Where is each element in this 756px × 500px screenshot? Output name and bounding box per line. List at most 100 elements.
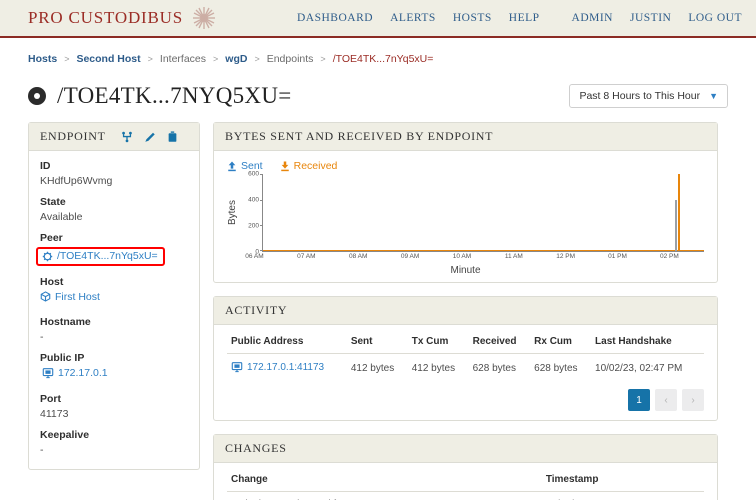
changes-table: Change Timestamp endpoint port changed f… xyxy=(227,467,704,500)
cell-tx-cum: 412 bytes xyxy=(411,363,456,374)
x-tick-8: 02 PM xyxy=(660,253,679,260)
breadcrumb-separator: > xyxy=(213,54,219,64)
changes-body: Change Timestamp endpoint port changed f… xyxy=(214,463,717,500)
brand-logo[interactable]: PRO CUSTODIBUS xyxy=(28,5,217,31)
breadcrumb-item-second-host[interactable]: Second Host xyxy=(76,53,140,65)
activity-card: ACTIVITY Public Address Sent Tx Cum Rece… xyxy=(213,296,718,421)
field-value-hostname: - xyxy=(40,331,44,343)
changes-title: CHANGES xyxy=(225,441,287,455)
chart-x-ticks: 06 AM 07 AM 08 AM 09 AM 10 AM 11 AM 12 P… xyxy=(245,252,704,264)
cell-change: endpoint port changed from 0 to 41173 xyxy=(227,492,542,500)
y-tick-600: 600 xyxy=(248,170,259,178)
legend-item-received[interactable]: Received xyxy=(280,160,338,172)
bytes-chart-card: BYTES SENT AND RECEIVED BY ENDPOINT Sent xyxy=(213,122,718,283)
breadcrumb-item-current: /TOE4TK...7nYq5xU= xyxy=(332,53,434,65)
nav-admin[interactable]: ADMIN xyxy=(572,12,613,24)
x-tick-0: 06 AM xyxy=(245,253,264,260)
cell-rx-cum: 628 bytes xyxy=(534,363,578,374)
y-tick-200: 200 xyxy=(248,222,259,230)
endpoint-card-actions xyxy=(121,130,178,143)
nav-group-primary: DASHBOARD ALERTS HOSTS HELP xyxy=(297,12,540,24)
y-tick-400: 400 xyxy=(248,196,259,204)
series-spike-sent xyxy=(674,200,677,251)
activity-header: ACTIVITY xyxy=(214,297,717,325)
field-value-public-ip: 172.17.0.1 xyxy=(58,367,108,379)
peer-cog-icon xyxy=(42,251,53,262)
field-value-host-link[interactable]: First Host xyxy=(40,291,100,303)
share-branch-icon[interactable] xyxy=(121,131,133,143)
series-spike-received xyxy=(678,174,681,251)
breadcrumb-item-wgd[interactable]: wgD xyxy=(225,53,247,65)
cell-change-timestamp: 10/02/23, 02:48 PM xyxy=(542,492,704,500)
field-value-peer-highlighted[interactable]: /TOE4TK...7nYq5xU= xyxy=(36,247,165,266)
chart-plot-area: Bytes 0 200 400 600 xyxy=(227,170,704,256)
period-select[interactable]: Past 8 Hours to This Hour ▼ xyxy=(569,84,728,108)
nav-alerts[interactable]: ALERTS xyxy=(390,12,436,24)
x-tick-4: 10 AM xyxy=(452,253,472,260)
breadcrumb-item-interfaces[interactable]: Interfaces xyxy=(160,53,206,65)
host-cube-icon xyxy=(40,291,51,302)
period-select-value: Past 8 Hours to This Hour xyxy=(579,90,701,102)
activity-table: Public Address Sent Tx Cum Received Rx C… xyxy=(227,329,704,383)
bytes-chart-title: BYTES SENT AND RECEIVED BY ENDPOINT xyxy=(225,129,494,143)
x-tick-5: 11 AM xyxy=(504,253,523,260)
changes-header-row: Change Timestamp xyxy=(227,467,704,492)
nav-help[interactable]: HELP xyxy=(509,12,540,24)
field-label-public-ip: Public IP xyxy=(40,352,85,364)
breadcrumb-separator: > xyxy=(64,54,70,64)
pagination-page-1[interactable]: 1 xyxy=(628,389,650,411)
endpoint-detail-card: ENDPOINT ID KHdfUp6Wvmg State Available … xyxy=(28,122,200,470)
table-row: endpoint port changed from 0 to 41173 10… xyxy=(227,492,704,500)
link-public-address[interactable]: 172.17.0.1:41173 xyxy=(247,362,324,373)
breadcrumb-separator: > xyxy=(147,54,153,64)
cell-public-address[interactable]: 172.17.0.1:41173 xyxy=(227,354,347,384)
changes-header: CHANGES xyxy=(214,435,717,463)
monitor-icon xyxy=(231,361,243,373)
upload-arrow-icon xyxy=(227,161,237,172)
field-value-public-ip-link[interactable]: 172.17.0.1 xyxy=(42,367,108,379)
field-value-host: First Host xyxy=(55,290,100,303)
breadcrumb-item-endpoints[interactable]: Endpoints xyxy=(267,53,314,65)
field-value-keepalive: - xyxy=(40,444,44,456)
activity-header-row: Public Address Sent Tx Cum Received Rx C… xyxy=(227,329,704,354)
bytes-chart-header: BYTES SENT AND RECEIVED BY ENDPOINT xyxy=(214,123,717,151)
breadcrumb-separator: > xyxy=(320,54,326,64)
changes-card: CHANGES Change Timestamp endpoint port c… xyxy=(213,434,718,500)
series-baseline xyxy=(263,249,704,251)
col-change: Change xyxy=(227,467,542,492)
field-value-peer: /TOE4TK...7nYq5xU= xyxy=(57,250,158,262)
field-label-hostname: Hostname xyxy=(40,316,91,328)
nav-dashboard[interactable]: DASHBOARD xyxy=(297,12,373,24)
col-timestamp: Timestamp xyxy=(541,467,704,492)
main-content: ENDPOINT ID KHdfUp6Wvmg State Available … xyxy=(0,116,756,500)
chart-y-axis-label: Bytes xyxy=(227,200,238,226)
cell-received: 628 bytes xyxy=(472,363,516,374)
field-label-id: ID xyxy=(40,160,51,172)
table-row: 172.17.0.1:41173 412 bytes 412 bytes 628… xyxy=(227,354,704,384)
field-value-id: KHdfUp6Wvmg xyxy=(40,175,113,187)
x-tick-7: 01 PM xyxy=(608,253,627,260)
nav-logout[interactable]: LOG OUT xyxy=(688,12,742,24)
breadcrumb-item-hosts[interactable]: Hosts xyxy=(28,53,57,65)
sun-ornament-icon xyxy=(191,5,217,31)
endpoint-card-title: ENDPOINT xyxy=(40,129,106,143)
col-last-handshake: Last Handshake xyxy=(591,329,704,354)
chevron-down-icon: ▼ xyxy=(709,91,718,101)
col-received: Received xyxy=(468,329,531,354)
nav-hosts[interactable]: HOSTS xyxy=(453,12,492,24)
field-value-port: 41173 xyxy=(40,408,69,420)
page-title-row: /TOE4TK...7NYQ5XU= Past 8 Hours to This … xyxy=(0,72,756,116)
edit-pencil-icon[interactable] xyxy=(144,131,156,143)
pagination-next-button[interactable]: › xyxy=(682,389,704,411)
delete-trash-icon[interactable] xyxy=(167,130,178,143)
left-column: ENDPOINT ID KHdfUp6Wvmg State Available … xyxy=(28,122,200,470)
monitor-icon xyxy=(42,367,54,379)
page-title: /TOE4TK...7NYQ5XU= xyxy=(57,83,292,108)
nav-user[interactable]: JUSTIN xyxy=(630,12,671,24)
x-tick-2: 08 AM xyxy=(348,253,368,260)
legend-label-received: Received xyxy=(293,160,338,172)
pagination-prev-button[interactable]: ‹ xyxy=(655,389,677,411)
field-label-state: State xyxy=(40,196,66,208)
col-tx-cum: Tx Cum xyxy=(407,329,469,354)
field-label-keepalive: Keepalive xyxy=(40,429,90,441)
